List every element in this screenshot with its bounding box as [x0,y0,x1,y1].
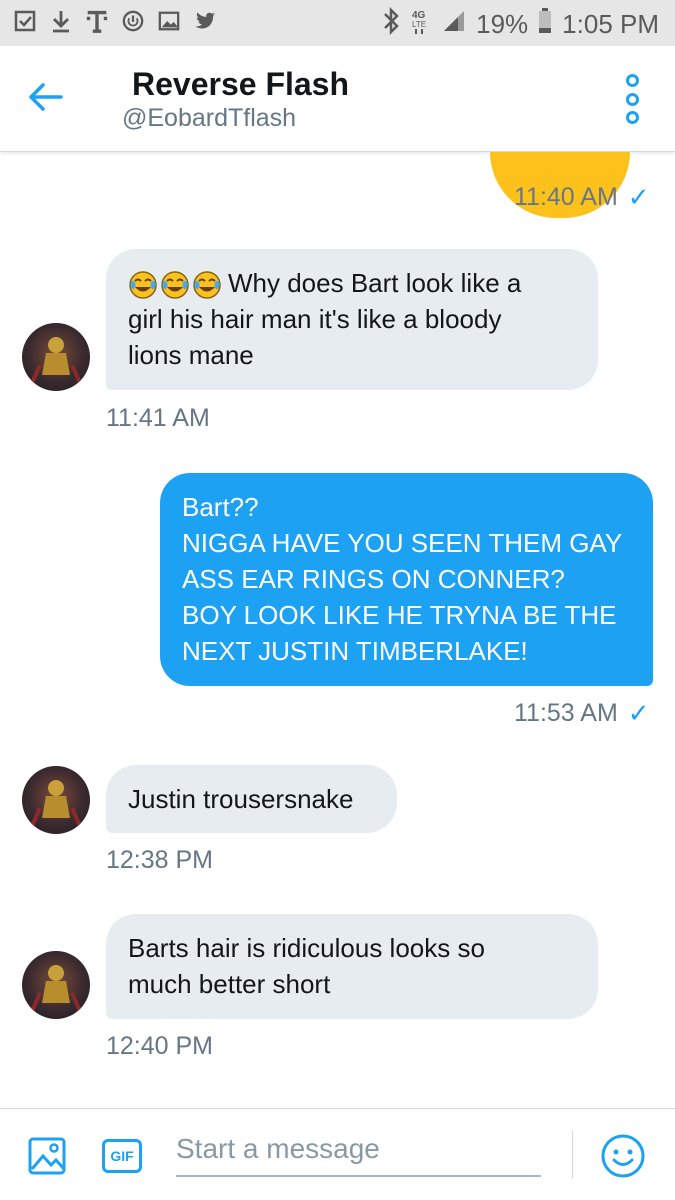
received-message-bubble[interactable]: Barts hair is ridiculous looks so much b… [106,914,598,1019]
message-timestamp: 11:40 AM ✓ [514,182,650,213]
image-icon [158,8,180,34]
more-options-button[interactable] [619,74,645,124]
face-with-tears-of-joy-icon [161,271,189,299]
status-bar-right: 4G LTE 19% 1:05 PM [382,6,659,42]
message-line: NEXT JUSTIN TIMBERLAKE! [182,636,528,666]
face-with-tears-of-joy-icon [193,271,221,299]
conversation-header: Reverse Flash @EobardTflash [0,46,675,152]
more-dot [625,111,639,124]
message-line: girl his hair man it's like a bloody [128,304,502,334]
contact-name: Reverse Flash [132,66,350,102]
bluetooth-icon [382,6,400,42]
battery-percent: 19% [476,9,529,39]
timestamp-text: 11:40 AM [514,183,618,211]
message-timestamp: 11:41 AM [106,404,210,433]
gif-button[interactable]: GIF [102,1139,142,1173]
t-mobile-icon [86,8,108,34]
face-with-tears-of-joy-icon [129,271,157,299]
twitter-icon [194,8,216,34]
back-button[interactable] [22,76,68,122]
download-icon [50,8,72,34]
received-message-bubble[interactable]: Justin trousersnake [106,765,397,833]
message-line: lions mane [128,340,254,370]
checkmark-icon: ✓ [627,182,650,212]
message-timestamp: 12:38 PM [106,846,213,875]
emoji-button[interactable] [600,1133,646,1179]
message-line: Justin trousersnake [128,784,354,814]
timestamp-text: 11:41 AM [106,404,210,432]
clock: 1:05 PM [562,9,659,39]
message-text: Why does Bart look like a [228,268,522,298]
smiley-icon [601,1134,645,1178]
add-photo-button[interactable] [28,1137,66,1175]
message-line: much better short [128,969,331,999]
arrow-left-icon [27,82,63,117]
svg-text:LTE: LTE [412,20,426,29]
power-save-icon [122,8,144,34]
message-line: ASS EAR RINGS ON CONNER? [182,564,565,594]
more-dot [625,74,639,87]
checkbox-icon [14,8,36,34]
contact-handle: @EobardTflash [122,104,297,132]
avatar[interactable] [22,766,90,834]
status-bar-left-icons [14,8,216,34]
message-line: BOY LOOK LIKE HE TRYNA BE THE [182,600,617,630]
message-line: Barts hair is ridiculous looks so [128,933,485,963]
battery-icon [538,8,552,41]
received-message-bubble[interactable]: Why does Bart look like a girl his hair … [106,249,598,390]
message-timestamp: 12:40 PM [106,1032,213,1061]
avatar[interactable] [22,323,90,391]
sent-message-bubble[interactable]: Bart?? NIGGA HAVE YOU SEEN THEM GAY ASS … [160,473,653,686]
message-timestamp: 11:53 AM ✓ [514,698,650,729]
message-line: Bart?? [182,492,259,522]
message-composer: GIF Start a message [0,1108,675,1200]
emoji-group [128,270,222,300]
network-icon: 4G LTE [410,7,432,42]
message-input[interactable]: Start a message [176,1133,541,1177]
timestamp-text: 12:38 PM [106,846,214,874]
avatar[interactable] [22,951,90,1019]
timestamp-text: 12:40 PM [106,1032,214,1060]
status-bar: 4G LTE 19% 1:05 PM [0,0,675,46]
signal-icon [442,9,466,40]
timestamp-text: 11:53 AM [514,699,618,727]
message-line: NIGGA HAVE YOU SEEN THEM GAY [182,528,623,558]
message-line: Why does Bart look like a [128,265,576,301]
image-icon [28,1137,66,1175]
checkmark-icon: ✓ [627,698,650,728]
more-dot [625,92,639,106]
divider [572,1131,573,1179]
